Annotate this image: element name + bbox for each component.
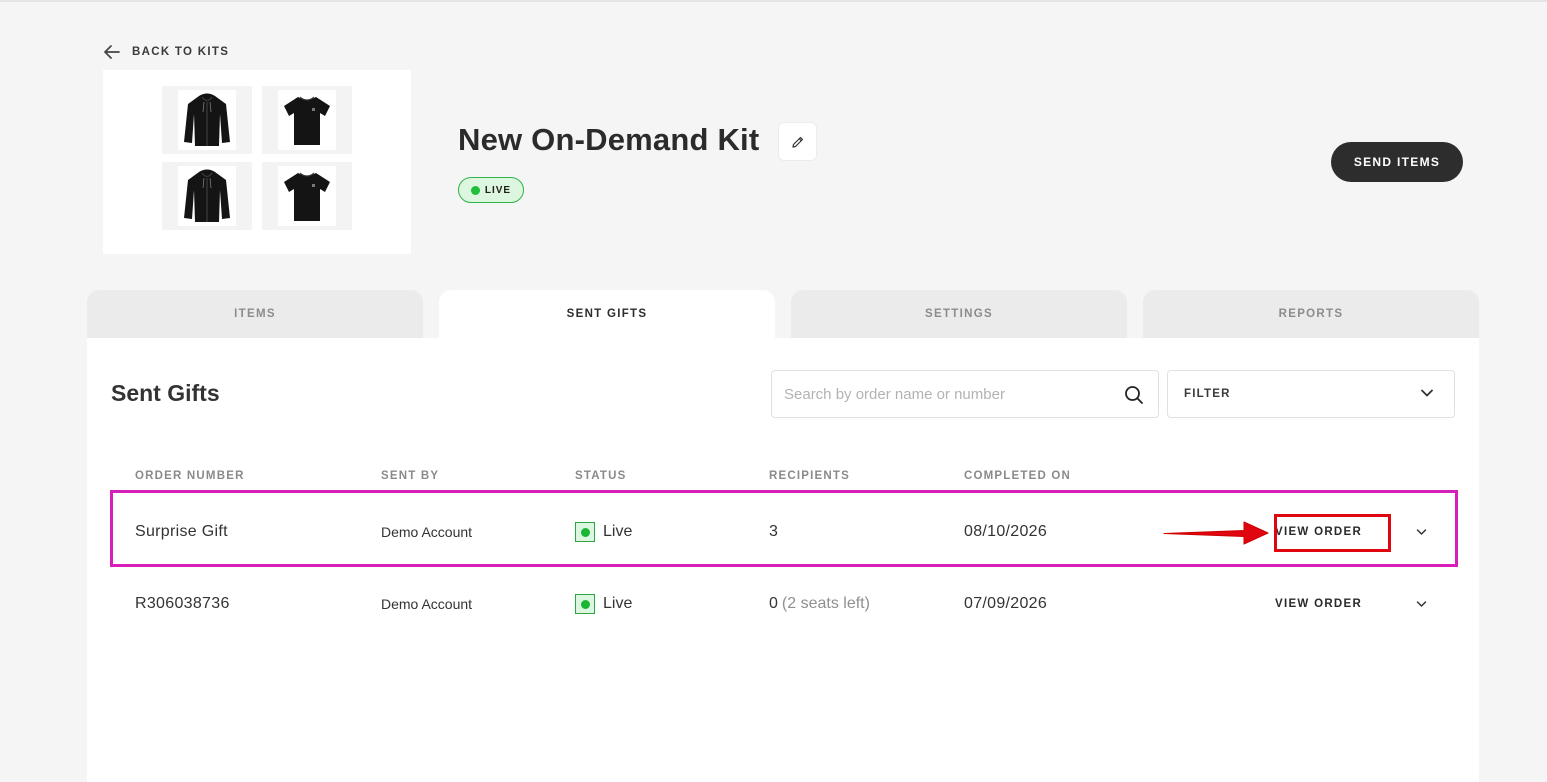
status-dot-icon [470, 185, 480, 195]
order-status: Live [575, 568, 632, 640]
recipients-count: 0 (2 seats left) [769, 568, 870, 640]
sent-by: Demo Account [381, 596, 473, 612]
product-thumbnail [262, 86, 352, 154]
column-header-order-number: ORDER NUMBER [135, 470, 245, 482]
tab-sent-gifts[interactable]: SENT GIFTS [439, 290, 775, 338]
kit-thumbnail-grid [103, 70, 411, 254]
kit-status-label: LIVE [484, 184, 512, 196]
chevron-down-icon [1421, 389, 1433, 397]
back-to-kits-link[interactable]: BACK TO KITS [104, 42, 229, 62]
edit-title-button[interactable] [778, 122, 817, 161]
sent-gifts-panel: Sent Gifts FILTER ORDER NUMBER SENT BY S… [87, 338, 1479, 782]
product-thumbnail [162, 86, 252, 154]
view-order-button[interactable]: VIEW ORDER [1275, 496, 1362, 568]
expand-row-button[interactable] [1416, 496, 1427, 568]
order-status-label: Live [603, 523, 633, 540]
hoodie-icon [184, 169, 230, 222]
table-row[interactable]: R306038736 Demo Account Live 0 (2 seats … [111, 568, 1455, 640]
kit-title: New On-Demand Kit [458, 122, 760, 157]
product-thumbnail [162, 162, 252, 230]
completed-on-date: 07/09/2026 [964, 595, 1048, 612]
send-items-button[interactable]: SEND ITEMS [1331, 142, 1463, 182]
column-header-sent-by: SENT BY [381, 470, 440, 482]
product-thumbnail [262, 162, 352, 230]
live-status-icon [575, 522, 595, 542]
tshirt-icon [284, 96, 330, 145]
sent-by: Demo Account [381, 524, 473, 540]
search-icon[interactable] [1124, 385, 1144, 405]
column-header-completed-on: COMPLETED ON [964, 470, 1072, 482]
recipients-value: 3 [769, 523, 778, 540]
pencil-icon [791, 136, 803, 148]
tab-items[interactable]: ITEMS [87, 290, 423, 338]
chevron-down-icon [1416, 601, 1427, 607]
order-status-label: Live [603, 595, 633, 612]
search-box [771, 370, 1159, 418]
table-row[interactable]: Surprise Gift Demo Account Live 3 08/10/… [111, 496, 1455, 568]
order-name: Surprise Gift [135, 523, 228, 540]
filter-dropdown[interactable]: FILTER [1167, 370, 1455, 418]
kit-status-badge: LIVE [458, 177, 524, 203]
recipients-value: 0 [769, 595, 778, 612]
view-order-button[interactable]: VIEW ORDER [1275, 568, 1362, 640]
tshirt-icon [284, 172, 330, 221]
section-title: Sent Gifts [111, 380, 220, 406]
filter-label: FILTER [1184, 388, 1231, 400]
column-header-recipients: RECIPIENTS [769, 470, 851, 482]
arrow-left-icon [104, 45, 120, 59]
search-input[interactable] [784, 371, 1114, 417]
chevron-down-icon [1416, 529, 1427, 535]
recipients-count: 3 [769, 496, 778, 568]
tab-reports[interactable]: REPORTS [1143, 290, 1479, 338]
expand-row-button[interactable] [1416, 568, 1427, 640]
live-status-icon [575, 594, 595, 614]
seats-left-note: (2 seats left) [781, 595, 870, 612]
completed-on-date: 08/10/2026 [964, 523, 1048, 540]
tab-settings[interactable]: SETTINGS [791, 290, 1127, 338]
top-divider [0, 0, 1547, 2]
order-status: Live [575, 496, 632, 568]
back-to-kits-label: BACK TO KITS [132, 46, 230, 58]
order-name: R306038736 [135, 595, 230, 612]
column-header-status: STATUS [575, 470, 627, 482]
hoodie-icon [184, 93, 230, 146]
